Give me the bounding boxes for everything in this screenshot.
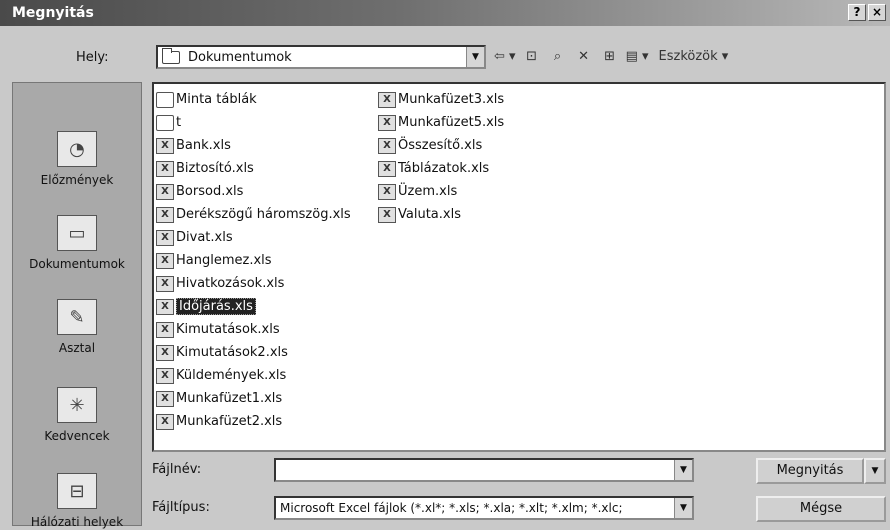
excel-file-icon: X xyxy=(378,114,396,131)
list-item[interactable]: X Bank.xls xyxy=(156,134,351,157)
filetype-label: Fájltípus: xyxy=(152,500,210,515)
back-icon[interactable]: ⇦ ▾ xyxy=(494,46,516,68)
chevron-down-icon[interactable]: ▼ xyxy=(674,460,692,480)
help-button[interactable]: ? xyxy=(848,4,866,21)
location-dropdown[interactable]: Dokumentumok ▼ xyxy=(156,45,486,69)
place-label: Asztal xyxy=(58,341,96,355)
places-bar: ◔ Előzmények ▭ Dokumentumok ✎ Asztal ✳ K… xyxy=(12,82,142,529)
list-item-selected[interactable]: X Időjárás.xls xyxy=(156,295,351,318)
excel-file-icon: X xyxy=(156,298,174,315)
excel-file-icon: X xyxy=(378,160,396,177)
list-item[interactable]: Minta táblák xyxy=(156,88,351,111)
toolbar: ⇦ ▾ ⊡ ⌕ ✕ ⊞ ▤ ▾ Eszközök ▾ xyxy=(494,45,728,69)
list-item[interactable]: X Borsod.xls xyxy=(156,180,351,203)
place-history[interactable]: ◔ Előzmények xyxy=(13,131,141,187)
excel-file-icon: X xyxy=(378,206,396,223)
excel-file-icon: X xyxy=(156,367,174,384)
network-icon: ⊟ xyxy=(57,473,97,509)
excel-file-icon: X xyxy=(156,344,174,361)
folder-icon xyxy=(156,114,174,131)
list-item[interactable]: X Biztosító.xls xyxy=(156,157,351,180)
list-item[interactable]: X Munkafüzet1.xls xyxy=(156,387,351,410)
close-button[interactable]: × xyxy=(868,4,886,21)
location-value: Dokumentumok xyxy=(188,49,292,65)
list-item[interactable]: X Hivatkozások.xls xyxy=(156,272,351,295)
place-label: Hálózati helyek xyxy=(30,515,124,529)
folder-icon xyxy=(156,91,174,108)
filetype-value: Microsoft Excel fájlok (*.xl*; *.xls; *.… xyxy=(280,501,623,515)
filename-input[interactable]: ▼ xyxy=(274,458,694,482)
list-item[interactable]: X Összesítő.xls xyxy=(378,134,504,157)
list-item[interactable]: X Munkafüzet2.xls xyxy=(156,410,351,433)
excel-file-icon: X xyxy=(156,321,174,338)
excel-file-icon: X xyxy=(156,183,174,200)
excel-file-icon: X xyxy=(156,137,174,154)
open-dialog: Hely: Dokumentumok ▼ ⇦ ▾ ⊡ ⌕ ✕ ⊞ ▤ ▾ Esz… xyxy=(0,26,890,530)
excel-file-icon: X xyxy=(156,413,174,430)
filetype-select[interactable]: Microsoft Excel fájlok (*.xl*; *.xls; *.… xyxy=(274,496,694,520)
new-folder-icon[interactable]: ⊞ xyxy=(600,46,620,68)
list-item[interactable]: X Kimutatások2.xls xyxy=(156,341,351,364)
list-item[interactable]: X Küldemények.xls xyxy=(156,364,351,387)
up-folder-icon[interactable]: ⊡ xyxy=(522,46,542,68)
file-column-2: X Munkafüzet3.xls X Munkafüzet5.xls X Össze… xyxy=(378,88,504,226)
excel-file-icon: X xyxy=(156,275,174,292)
excel-file-icon: X xyxy=(156,206,174,223)
tools-menu[interactable]: Eszközök ▾ xyxy=(659,46,729,68)
excel-file-icon: X xyxy=(378,183,396,200)
open-button[interactable]: Megnyitás xyxy=(756,458,864,484)
file-list[interactable]: Minta táblák t X Bank.xls X Biztosító.xls … xyxy=(152,82,886,452)
filename-label: Fájlnév: xyxy=(152,462,202,477)
history-icon: ◔ xyxy=(57,131,97,167)
place-desktop[interactable]: ✎ Asztal xyxy=(13,299,141,355)
list-item[interactable]: X Hanglemez.xls xyxy=(156,249,351,272)
chevron-down-icon[interactable]: ▼ xyxy=(674,498,692,518)
list-item[interactable]: t xyxy=(156,111,351,134)
cancel-button[interactable]: Mégse xyxy=(756,496,886,522)
list-item[interactable]: X Munkafüzet5.xls xyxy=(378,111,504,134)
place-network[interactable]: ⊟ Hálózati helyek xyxy=(13,473,141,529)
documents-icon: ▭ xyxy=(57,215,97,251)
list-item[interactable]: X Üzem.xls xyxy=(378,180,504,203)
window-title: Megnyitás xyxy=(12,5,94,21)
delete-icon[interactable]: ✕ xyxy=(574,46,594,68)
excel-file-icon: X xyxy=(156,160,174,177)
place-label: Dokumentumok xyxy=(29,257,125,271)
excel-file-icon: X xyxy=(156,390,174,407)
place-label: Előzmények xyxy=(40,173,114,187)
excel-file-icon: X xyxy=(156,229,174,246)
location-label: Hely: xyxy=(76,50,109,65)
excel-file-icon: X xyxy=(156,252,174,269)
open-options-button[interactable]: ▼ xyxy=(864,458,886,484)
list-item[interactable]: X Derékszögű háromszög.xls xyxy=(156,203,351,226)
favorites-icon: ✳ xyxy=(57,387,97,423)
file-column-1: Minta táblák t X Bank.xls X Biztosító.xls … xyxy=(156,88,351,433)
chevron-down-icon[interactable]: ▼ xyxy=(466,47,484,67)
folder-icon xyxy=(162,47,180,64)
desktop-icon: ✎ xyxy=(57,299,97,335)
list-item[interactable]: X Divat.xls xyxy=(156,226,351,249)
excel-file-icon: X xyxy=(378,91,396,108)
title-bar: Megnyitás ? × xyxy=(0,0,890,26)
place-favorites[interactable]: ✳ Kedvencek xyxy=(13,387,141,443)
list-item[interactable]: X Táblázatok.xls xyxy=(378,157,504,180)
views-icon[interactable]: ▤ ▾ xyxy=(626,46,649,68)
list-item[interactable]: X Valuta.xls xyxy=(378,203,504,226)
list-item[interactable]: X Munkafüzet3.xls xyxy=(378,88,504,111)
place-label: Kedvencek xyxy=(44,429,110,443)
excel-file-icon: X xyxy=(378,137,396,154)
list-item[interactable]: X Kimutatások.xls xyxy=(156,318,351,341)
search-web-icon[interactable]: ⌕ xyxy=(548,46,568,68)
place-documents[interactable]: ▭ Dokumentumok xyxy=(13,215,141,271)
